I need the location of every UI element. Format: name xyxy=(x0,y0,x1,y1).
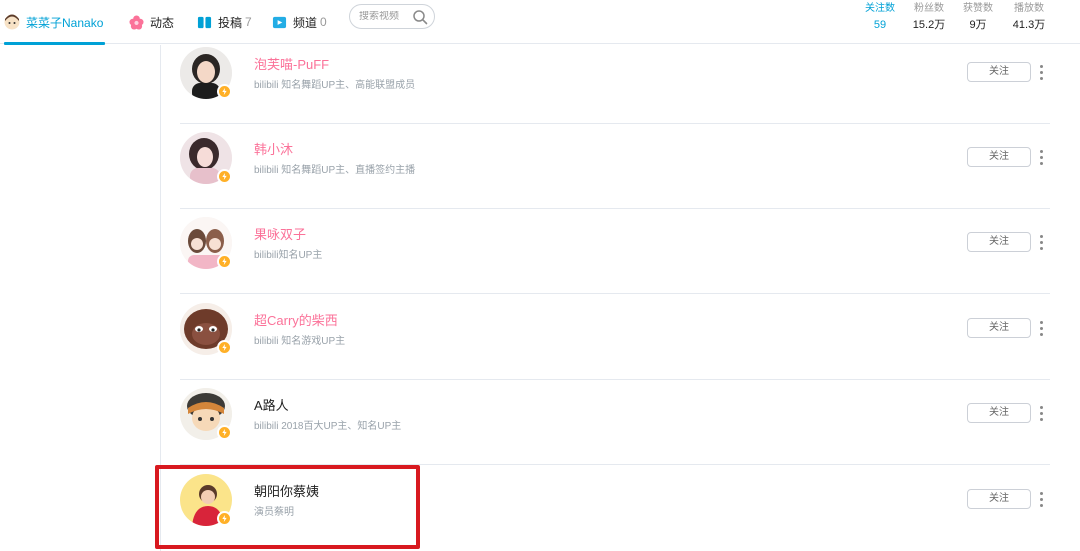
user-name[interactable]: A路人 xyxy=(254,395,289,414)
stat-value: 59 xyxy=(873,19,887,31)
more-options-icon[interactable] xyxy=(1037,319,1045,337)
verified-badge-icon xyxy=(217,254,232,269)
more-options-icon[interactable] xyxy=(1037,233,1045,251)
nav-post-count: 7 xyxy=(245,15,252,29)
user-description: bilibili 知名游戏UP主 xyxy=(254,336,346,347)
video-post-icon xyxy=(196,14,212,30)
nav-user-tab[interactable]: 菜菜子Nanako xyxy=(4,0,106,45)
verified-badge-icon xyxy=(217,84,232,99)
search-input[interactable] xyxy=(359,11,413,22)
search-icon[interactable] xyxy=(412,9,428,25)
follow-button[interactable]: 关注 xyxy=(967,489,1031,509)
more-options-icon[interactable] xyxy=(1037,63,1045,81)
user-avatar-icon xyxy=(4,14,20,30)
user-description: bilibili 知名舞蹈UP主、高能联盟成员 xyxy=(254,80,416,91)
verified-badge-icon xyxy=(217,425,232,440)
stat-value: 41.3万 xyxy=(1012,19,1046,31)
search-box xyxy=(349,4,435,29)
user-name[interactable]: 韩小沐 xyxy=(254,139,293,158)
flower-icon xyxy=(128,14,144,30)
nav-channel-label: 频道 xyxy=(293,15,318,30)
verified-badge-icon xyxy=(217,169,232,184)
stat-label: 获赞数 xyxy=(963,3,993,14)
follow-list-item: A路人 bilibili 2018百大UP主、知名UP主 关注 xyxy=(180,379,1050,465)
user-name[interactable]: 超Carry的柴西 xyxy=(254,310,338,329)
stat-following[interactable]: 关注数 59 xyxy=(858,2,902,33)
active-tab-indicator xyxy=(4,42,106,45)
follow-list-item: 韩小沐 bilibili 知名舞蹈UP主、直播签约主播 关注 xyxy=(180,123,1050,209)
stat-label: 关注数 xyxy=(865,3,895,14)
nav-channel-count: 0 xyxy=(320,15,327,29)
more-options-icon[interactable] xyxy=(1037,404,1045,422)
user-description: bilibili 2018百大UP主、知名UP主 xyxy=(254,421,402,432)
nav-dynamic-tab[interactable]: 动态 xyxy=(128,0,174,44)
user-description: bilibili 知名舞蹈UP主、直播签约主播 xyxy=(254,165,416,176)
follow-list-item: 泡芙喵-PuFF bilibili 知名舞蹈UP主、高能联盟成员 关注 xyxy=(180,38,1050,124)
follow-button[interactable]: 关注 xyxy=(967,147,1031,167)
stat-label: 播放数 xyxy=(1014,3,1044,14)
more-options-icon[interactable] xyxy=(1037,490,1045,508)
verified-badge-icon xyxy=(217,340,232,355)
channel-icon xyxy=(271,14,287,30)
user-name[interactable]: 果咏双子 xyxy=(254,224,306,243)
stat-plays: 播放数 41.3万 xyxy=(1007,2,1051,33)
nav-user-name: 菜菜子Nanako xyxy=(26,15,104,30)
stat-likes: 获赞数 9万 xyxy=(956,2,1000,33)
highlight-box xyxy=(155,465,420,549)
follow-button[interactable]: 关注 xyxy=(967,62,1031,82)
follow-list-item: 超Carry的柴西 bilibili 知名游戏UP主 关注 xyxy=(180,294,1050,380)
nav-post-label: 投稿 xyxy=(218,15,243,30)
stat-label: 粉丝数 xyxy=(914,3,944,14)
follow-button[interactable]: 关注 xyxy=(967,403,1031,423)
nav-dynamic-label: 动态 xyxy=(150,15,175,30)
stat-fans[interactable]: 粉丝数 15.2万 xyxy=(907,2,951,33)
stat-value: 15.2万 xyxy=(912,19,946,31)
follow-button[interactable]: 关注 xyxy=(967,318,1031,338)
more-options-icon[interactable] xyxy=(1037,148,1045,166)
follow-list-item: 果咏双子 bilibili知名UP主 关注 xyxy=(180,208,1050,294)
user-name[interactable]: 泡芙喵-PuFF xyxy=(254,54,329,73)
user-description: bilibili知名UP主 xyxy=(254,250,323,261)
follow-button[interactable]: 关注 xyxy=(967,232,1031,252)
stat-value: 9万 xyxy=(969,19,987,31)
